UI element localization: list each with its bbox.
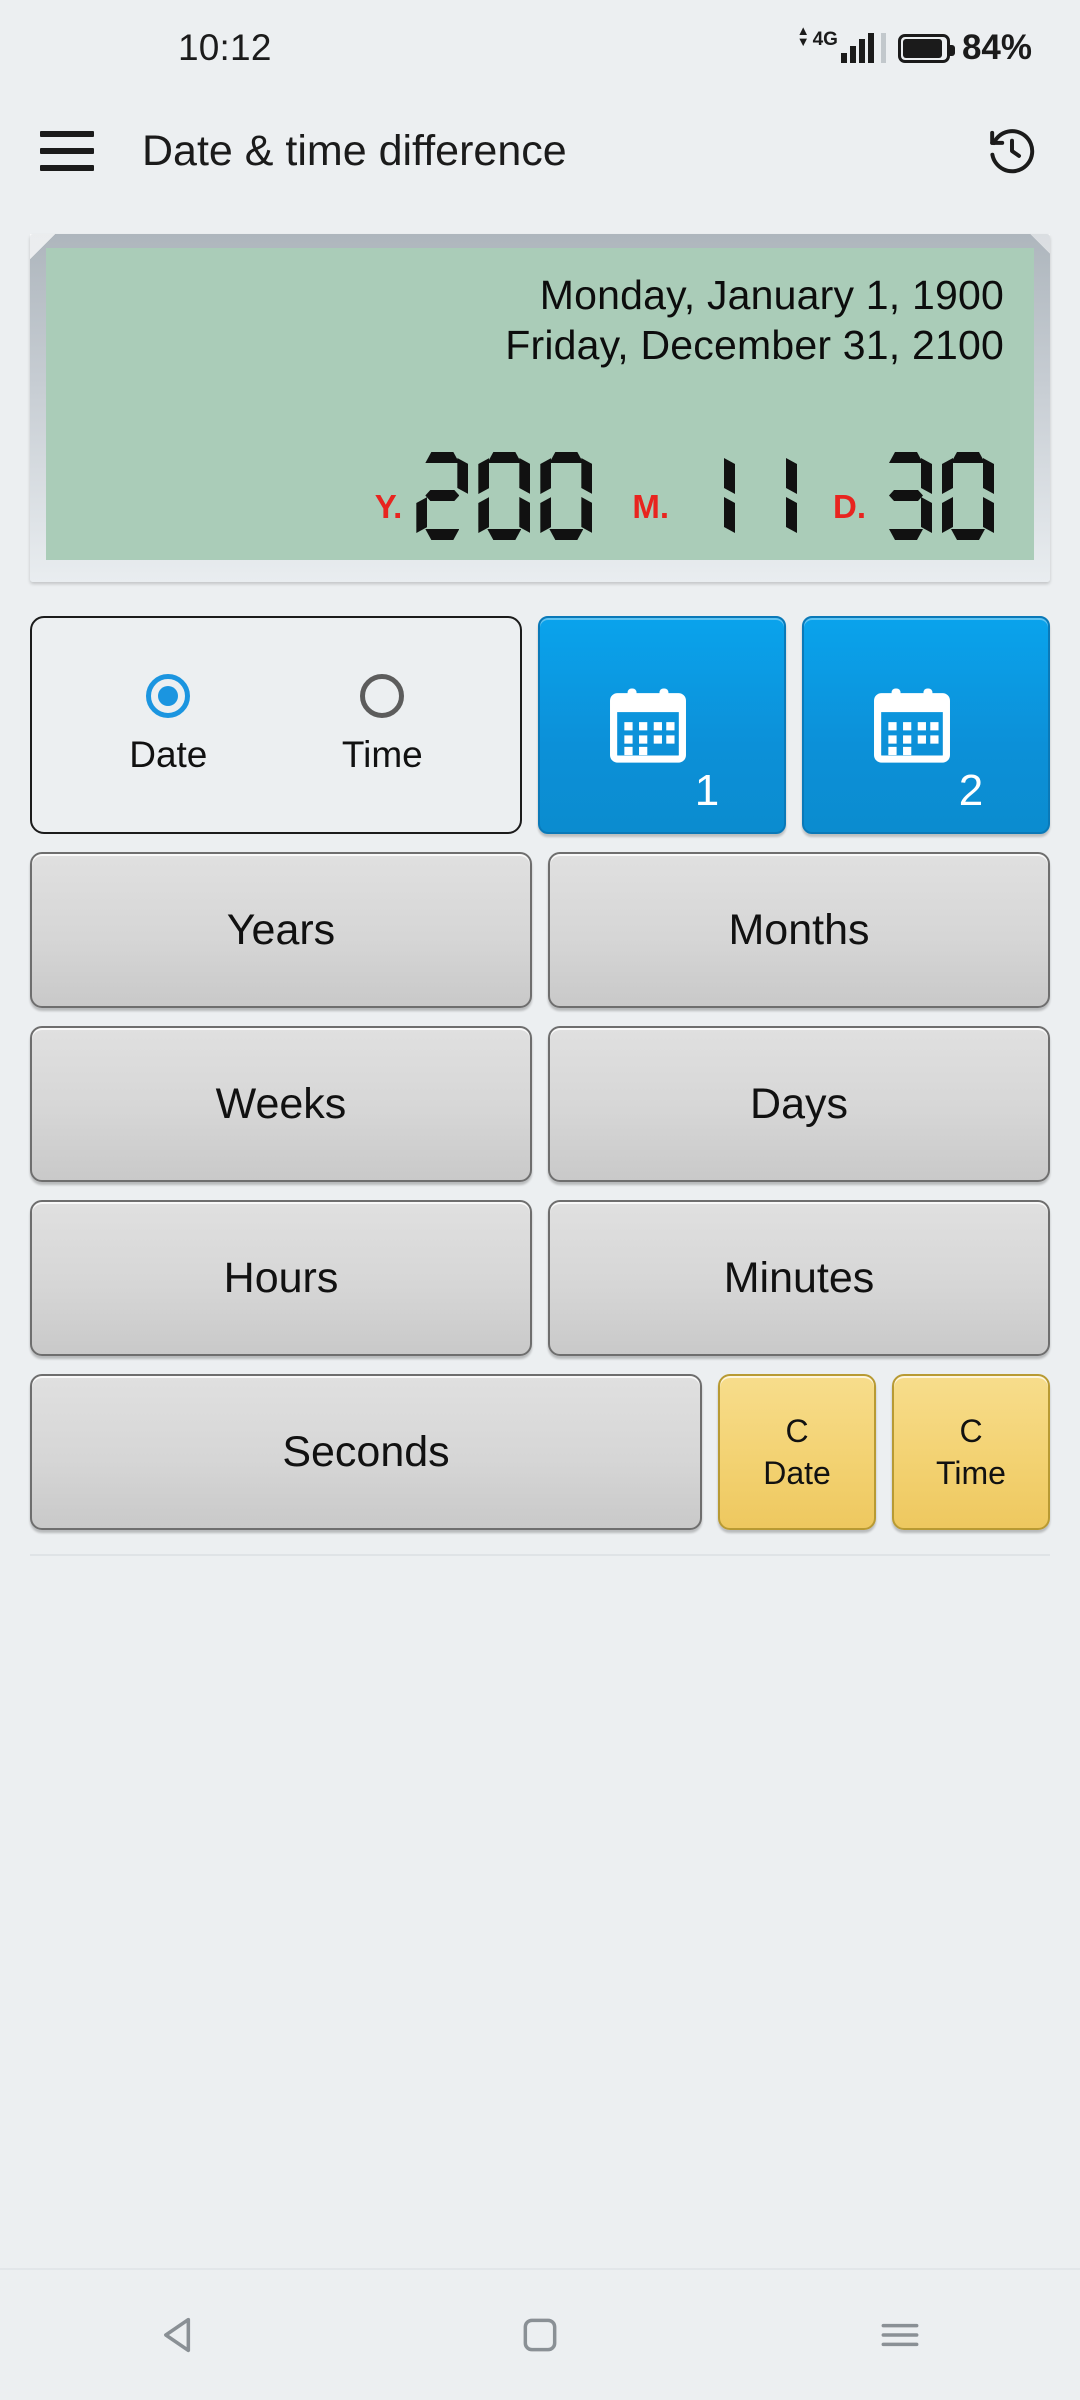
segment-group-years: Y. [375,452,603,540]
content-divider [30,1554,1050,1556]
system-nav-bar [0,2268,1080,2400]
unit-button-days[interactable]: Days [548,1026,1050,1182]
hamburger-menu-icon[interactable] [40,131,94,171]
segment-unit-days: D. [833,488,866,525]
seven-segment-digit [942,452,994,540]
calendar-button-2-number: 2 [958,766,984,815]
mode-selector[interactable]: Date Time [30,616,522,834]
clear-time-line-2: Time [936,1455,1006,1491]
radio-label-time: Time [341,734,423,775]
lcd-segment-row: Y. M. D. [76,452,1004,546]
unit-button-hours[interactable]: Hours [30,1200,532,1356]
lcd-date-to: Friday, December 31, 2100 [505,322,1004,369]
data-arrows-icon: ▲ ▼ [796,23,810,49]
segment-unit-months: M. [632,488,669,525]
segment-group-months: M. [632,452,807,540]
unit-button-years[interactable]: Years [30,852,532,1008]
unit-button-months[interactable]: Months [548,852,1050,1008]
unit-row-3: Hours Minutes [30,1200,1050,1356]
seven-segment-digit [540,452,593,540]
page-title: Date & time difference [142,126,567,175]
recents-menu-icon[interactable] [855,2290,945,2380]
seven-segment-digit [416,452,469,540]
clear-date-button[interactable]: C Date [718,1374,876,1530]
segment-value-months [683,452,807,540]
calendar-button-1[interactable]: 1 [538,616,786,834]
mode-and-calendar-row: Date Time 1 2 [30,616,1050,834]
lcd-date-lines: Monday, January 1, 1900 Friday, December… [76,270,1004,370]
clear-time-button[interactable]: C Time [892,1374,1050,1530]
status-clock: 10:12 [178,27,272,68]
status-bar: 10:12 ▲ ▼ 4G 84% [0,0,1080,96]
calendar-button-2[interactable]: 2 [802,616,1050,834]
battery-percent-label: 84% [961,28,1032,67]
clear-date-line-2: Date [763,1455,831,1491]
calendar-button-1-number: 1 [694,766,720,815]
lcd-display-bezel: Monday, January 1, 1900 Friday, December… [30,234,1050,582]
unit-button-seconds[interactable]: Seconds [30,1374,702,1530]
unit-button-weeks[interactable]: Weeks [30,1026,532,1182]
segment-unit-years: Y. [374,488,403,525]
history-icon[interactable] [984,123,1040,179]
radio-label-date: Date [129,734,208,775]
seven-segment-digit [745,452,797,540]
app-bar: Date & time difference [0,96,1080,206]
signal-bars-icon: ▲ ▼ 4G [797,24,886,63]
back-triangle-icon[interactable] [135,2290,225,2380]
radio-dot-date-icon[interactable] [146,674,191,718]
unit-row-4: Seconds C Date C Time [30,1374,1050,1530]
segment-value-years [416,452,602,540]
home-square-icon[interactable] [495,2290,585,2380]
calendar-icon [605,682,691,768]
battery-icon [897,33,955,63]
segment-value-days [880,452,1004,540]
lcd-screen: Monday, January 1, 1900 Friday, December… [46,248,1034,560]
status-indicators: ▲ ▼ 4G 84% [797,24,1032,68]
radio-option-time[interactable]: Time [342,674,423,776]
radio-option-date[interactable]: Date [129,674,207,776]
seven-segment-digit [683,452,735,540]
radio-dot-time-icon[interactable] [360,674,405,718]
calendar-icon [869,682,955,768]
unit-button-minutes[interactable]: Minutes [548,1200,1050,1356]
seven-segment-digit [880,452,932,540]
control-grid: Date Time 1 2 Years Months Weeks Days Ho… [0,582,1080,1530]
lcd-date-from: Monday, January 1, 1900 [539,272,1004,318]
seven-segment-digit [478,452,531,540]
unit-row-1: Years Months [30,852,1050,1008]
clear-time-line-1: C [959,1412,983,1449]
segment-group-days: D. [833,452,1004,540]
clear-date-line-1: C [785,1412,809,1449]
network-type-label: 4G [812,29,838,50]
unit-row-2: Weeks Days [30,1026,1050,1182]
